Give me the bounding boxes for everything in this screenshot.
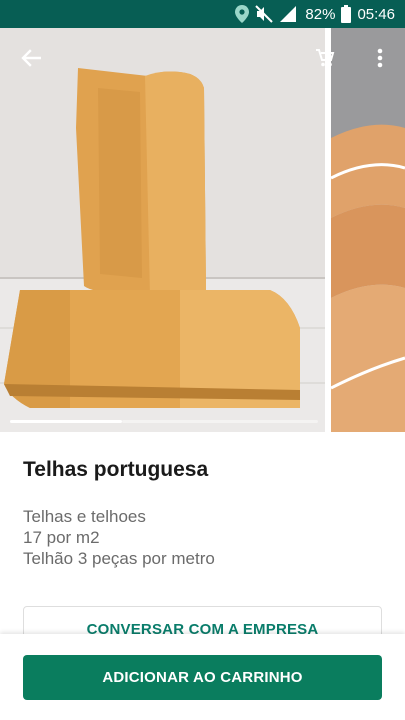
status-bar: 82% 05:46 <box>0 0 405 28</box>
bottom-action-bar: ADICIONAR AO CARRINHO <box>0 634 405 720</box>
back-button[interactable] <box>14 46 48 74</box>
gallery-indicator-track <box>122 420 318 423</box>
product-title: Telhas portuguesa <box>23 458 209 481</box>
product-details: Telhas portuguesa Telhas e telhoes 17 po… <box>0 432 405 646</box>
signal-icon <box>279 5 297 23</box>
gallery-indicator-active <box>10 420 122 423</box>
product-description: Telhas e telhoes 17 por m2 Telhão 3 peça… <box>23 506 215 569</box>
overflow-menu-button[interactable] <box>368 46 392 74</box>
description-line: Telhas e telhoes <box>23 507 146 526</box>
location-icon <box>235 5 250 23</box>
battery-icon <box>341 5 352 23</box>
cart-icon <box>315 48 335 73</box>
description-line: Telhão 3 peças por metro <box>23 549 215 568</box>
cart-button[interactable] <box>310 46 340 74</box>
description-line: 17 por m2 <box>23 528 100 547</box>
arrow-left-icon <box>21 48 42 72</box>
battery-percent: 82% <box>305 5 336 23</box>
mute-icon <box>255 5 274 23</box>
product-photo-next[interactable] <box>331 28 405 432</box>
clock: 05:46 <box>357 5 395 23</box>
product-photo-main[interactable] <box>0 28 325 432</box>
more-vert-icon <box>377 48 383 73</box>
product-image-gallery[interactable] <box>0 28 405 432</box>
add-to-cart-button[interactable]: ADICIONAR AO CARRINHO <box>23 655 382 700</box>
